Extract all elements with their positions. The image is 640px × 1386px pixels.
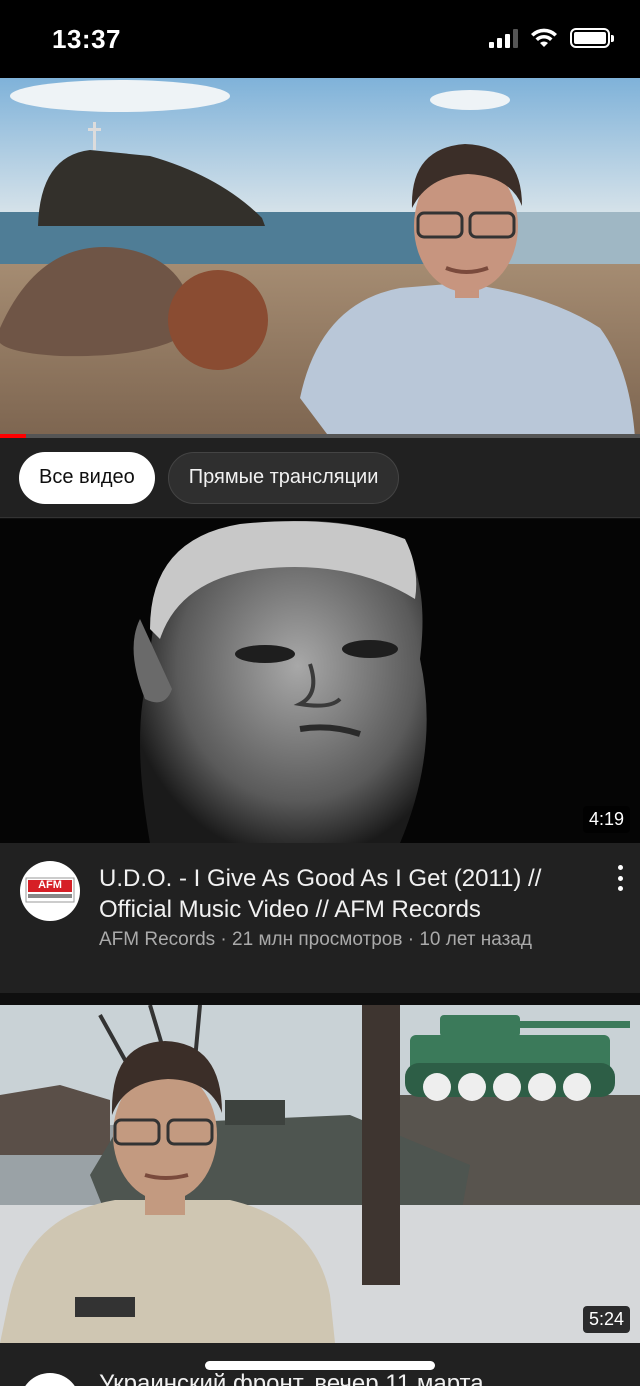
- video-duration: 5:24: [582, 1306, 630, 1333]
- separator: ·: [402, 929, 420, 950]
- channel-name[interactable]: AFM Records: [99, 929, 215, 950]
- channel-avatar[interactable]: AFM: [20, 861, 80, 921]
- video-title[interactable]: Украинский фронт, вечер 11 марта: [99, 1370, 484, 1386]
- afm-logo-icon: [25, 877, 75, 903]
- video-thumbnail[interactable]: 5:24: [0, 1005, 640, 1343]
- video-info[interactable]: AFM U.D.O. - I Give As Good As I Get (20…: [0, 843, 640, 993]
- status-bar: 13:37: [0, 0, 640, 78]
- status-icons: [489, 28, 614, 48]
- battery-icon: [570, 28, 614, 48]
- view-count: 21 млн просмотров: [232, 929, 403, 950]
- video-title[interactable]: U.D.O. - I Give As Good As I Get (2011) …: [99, 863, 589, 925]
- channel-avatar[interactable]: [20, 1373, 80, 1386]
- wifi-icon: [531, 28, 557, 47]
- card-divider: [0, 993, 640, 1005]
- separator: ·: [215, 929, 233, 950]
- video-duration: 4:19: [582, 806, 630, 833]
- video-thumbnail[interactable]: 4:19: [0, 519, 640, 843]
- chip-live-streams[interactable]: Прямые трансляции: [167, 451, 400, 504]
- video-player[interactable]: [0, 78, 640, 438]
- status-time: 13:37: [52, 24, 121, 54]
- home-indicator[interactable]: [205, 1361, 435, 1370]
- player-frame-image: [0, 78, 640, 438]
- video-subtitle: AFM Records · 21 млн просмотров · 10 лет…: [99, 929, 619, 951]
- cellular-signal-icon: [489, 28, 518, 48]
- chip-all-videos[interactable]: Все видео: [19, 451, 155, 504]
- upload-age: 10 лет назад: [419, 929, 532, 950]
- thumbnail-image: [0, 519, 640, 843]
- more-options-icon[interactable]: [614, 865, 626, 891]
- filter-chips: Все видео Прямые трансляции: [0, 438, 640, 518]
- thumbnail-image: [0, 1005, 640, 1343]
